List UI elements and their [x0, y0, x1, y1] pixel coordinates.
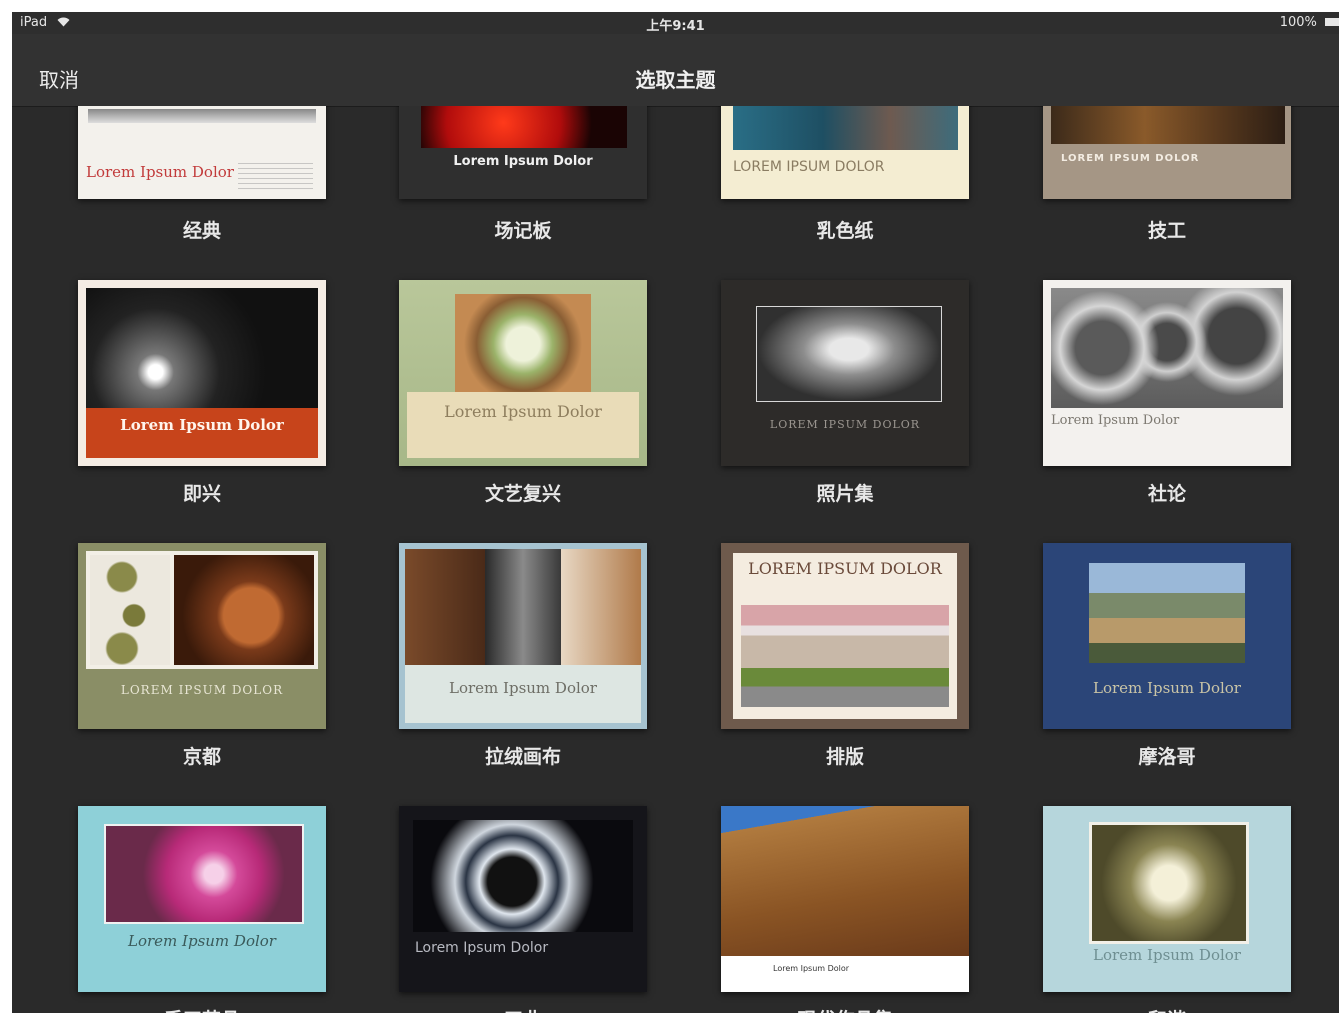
theme-caption: LOREM IPSUM DOLOR [733, 159, 885, 175]
status-bar: iPad 上午9:41 100% [12, 12, 1339, 34]
theme-thumbnail-photo-portfolio: LOREM IPSUM DOLOR [721, 280, 969, 466]
theme-thumbnail-harmony: Lorem Ipsum Dolor [1043, 806, 1291, 992]
theme-caption: Lorem Ipsum Dolor [86, 163, 234, 181]
battery-icon [1325, 18, 1339, 26]
theme-thumbnail-brushed-canvas: Lorem Ipsum Dolor [399, 543, 647, 729]
theme-thumbnail-typeset: LOREM IPSUM DOLOR [721, 543, 969, 729]
theme-name: 照片集 [816, 483, 874, 505]
theme-name: 工业 [399, 1005, 647, 1013]
theme-name: 场记板 [494, 220, 552, 242]
theme-name: 和谐 [1043, 1005, 1291, 1013]
theme-caption: LOREM IPSUM DOLOR [1061, 153, 1200, 164]
theme-name: 京都 [182, 746, 221, 768]
theme-thumbnail-chalkboard: Lorem Ipsum Dolor [399, 106, 647, 199]
theme-grid[interactable]: Lorem Ipsum Dolor 经典 Lorem Ipsum Dolor 场… [12, 106, 1339, 1013]
theme-caption: Lorem Ipsum Dolor [120, 416, 284, 434]
page-title: 选取主题 [635, 68, 716, 92]
theme-thumbnail-renaissance: Lorem Ipsum Dolor [399, 280, 647, 466]
theme-caption: Lorem Ipsum Dolor [453, 154, 593, 169]
theme-caption: LOREM IPSUM DOLOR [120, 683, 284, 697]
theme-name: 现代作品集 [721, 1005, 969, 1013]
theme-name: 排版 [825, 746, 864, 768]
theme-name: 经典 [182, 220, 221, 242]
theme-name: 拉绒画布 [484, 746, 561, 768]
battery-percent: 100% [1279, 15, 1317, 30]
theme-thumbnail-improv: Lorem Ipsum Dolor [78, 280, 326, 466]
theme-name: 即兴 [182, 483, 221, 505]
theme-caption: Lorem Ipsum Dolor [1093, 679, 1241, 697]
theme-name: 社论 [1147, 483, 1186, 505]
theme-thumbnail-cream-paper: LOREM IPSUM DOLOR [721, 106, 969, 199]
theme-thumbnail-modern-portfolio: Lorem Ipsum Dolor [721, 806, 969, 992]
theme-thumbnail-crafted: Lorem Ipsum Dolor [78, 806, 326, 992]
status-time: 上午9:41 [646, 19, 705, 34]
theme-thumbnail-editorial: Lorem Ipsum Dolor [1043, 280, 1291, 466]
theme-caption: Lorem Ipsum Dolor [773, 964, 850, 973]
navigation-bar: 取消 选取主题 [12, 34, 1339, 107]
ipad-screen: iPad 上午9:41 100% 取消 选取主题 Lorem Ipsum Dol… [12, 12, 1339, 1013]
theme-name: 手工艺品 [78, 1005, 326, 1013]
theme-thumbnail-kyoto: LOREM IPSUM DOLOR [78, 543, 326, 729]
theme-caption: LOREM IPSUM DOLOR [748, 559, 942, 578]
theme-name: 技工 [1147, 220, 1186, 242]
theme-name: 乳色纸 [816, 220, 874, 242]
theme-thumbnail-morocco: Lorem Ipsum Dolor [1043, 543, 1291, 729]
theme-name: 摩洛哥 [1138, 746, 1196, 768]
theme-caption: Lorem Ipsum Dolor [449, 679, 597, 697]
theme-caption: LOREM IPSUM DOLOR [769, 418, 921, 431]
theme-caption: Lorem Ipsum Dolor [1051, 413, 1180, 428]
theme-thumbnail-classic: Lorem Ipsum Dolor [78, 106, 326, 199]
theme-caption: Lorem Ipsum Dolor [1093, 946, 1241, 964]
theme-name: 文艺复兴 [484, 483, 561, 505]
theme-caption: Lorem Ipsum Dolor [128, 932, 276, 950]
status-right: 100% [1280, 15, 1339, 30]
theme-caption: Lorem Ipsum Dolor [444, 402, 602, 421]
theme-thumbnail-industrial: Lorem Ipsum Dolor [399, 806, 647, 992]
theme-caption: Lorem Ipsum Dolor [415, 940, 549, 956]
theme-thumbnail-artisan: LOREM IPSUM DOLOR [1043, 106, 1291, 199]
